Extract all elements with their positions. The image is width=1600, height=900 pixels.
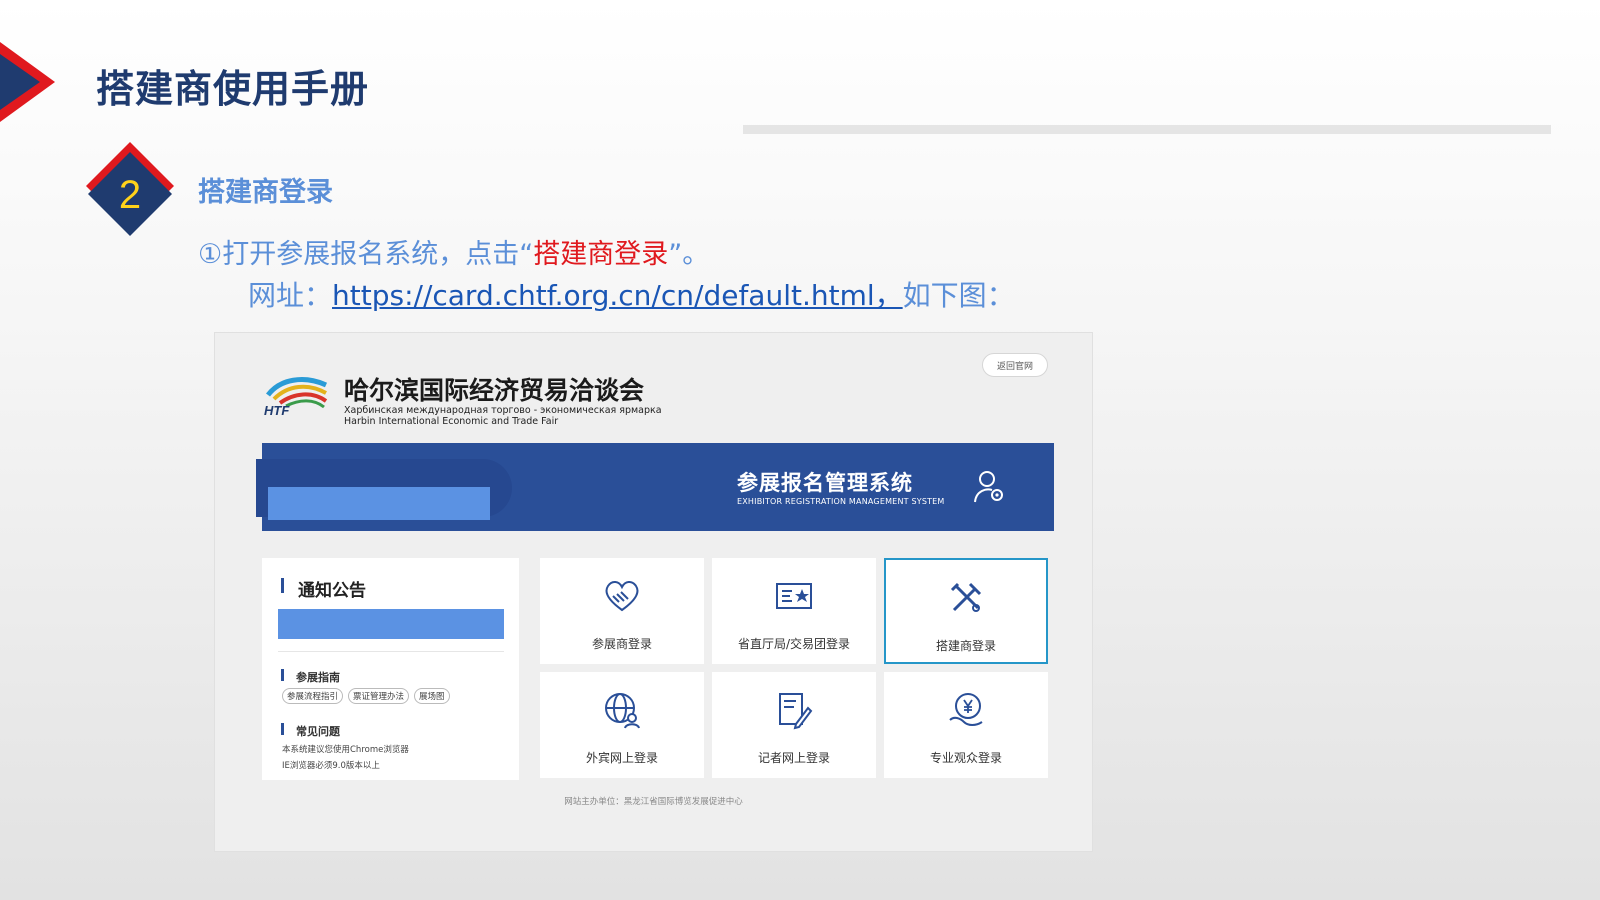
guide-title-bar — [281, 669, 284, 681]
back-to-site-button[interactable]: 返回官网 — [982, 353, 1048, 377]
url-line: 网址：https://card.chtf.org.cn/cn/default.h… — [248, 274, 1015, 314]
tile-label: 专业观众登录 — [929, 751, 1002, 765]
tile-journalist-login[interactable]: 记者网上登录 — [712, 672, 876, 778]
site-footer-note: 网站主办单位：黑龙江省国际博览发展促进中心 — [564, 797, 743, 807]
tile-exhibitor-login[interactable]: 参展商登录 — [540, 558, 704, 664]
htf-logo-icon: HTF — [264, 377, 328, 418]
url-link[interactable]: https://card.chtf.org.cn/cn/default.html… — [332, 279, 903, 312]
guide-tag[interactable]: 票证管理办法 — [348, 688, 410, 704]
faq-title: 常见问题 — [296, 725, 340, 738]
tile-label: 搭建商登录 — [935, 639, 996, 653]
faq-line: IE浏览器必须9.0版本以上 — [282, 761, 380, 771]
section-title: 搭建商登录 — [198, 177, 333, 208]
guide-tag[interactable]: 展场图 — [414, 688, 450, 704]
guide-title: 参展指南 — [296, 671, 340, 684]
url-prefix: 网址： — [248, 279, 333, 312]
guide-tags: 参展流程指引 票证管理办法 展场图 — [282, 688, 450, 704]
tile-label: 省直厅局/交易团登录 — [737, 637, 851, 651]
tile-label: 外宾网上登录 — [585, 751, 658, 765]
red-arrow-icon — [0, 42, 55, 122]
tile-label: 记者网上登录 — [757, 751, 830, 765]
step-number: 2 — [119, 173, 141, 217]
fair-name-en: Harbin International Economic and Trade … — [344, 416, 559, 427]
fair-name-cn: 哈尔滨国际经济贸易洽谈会 — [344, 376, 645, 405]
instruction-prefix: ①打开参展报名系统，点击“ — [198, 239, 534, 270]
system-title: 参展报名管理系统 — [737, 471, 913, 495]
faq-title-bar — [281, 723, 284, 735]
step-number-badge: 2 — [86, 142, 174, 236]
yuan-person-icon — [949, 693, 983, 726]
instruction-suffix: ”。 — [668, 239, 710, 270]
system-banner: 参展报名管理系统 EXHIBITOR REGISTRATION MANAGEME… — [256, 443, 1054, 531]
fair-name-ru: Харбинская международная торгово - эконо… — [344, 405, 662, 416]
tile-label: 参展商登录 — [591, 637, 652, 651]
globe-user-icon — [605, 693, 640, 729]
notice-title-bar — [281, 578, 284, 593]
faq-line: 本系统建议您使用Chrome浏览器 — [282, 745, 409, 755]
banner-pill — [256, 459, 512, 520]
notice-divider — [278, 651, 504, 652]
tile-delegation-login[interactable]: 省直厅局/交易团登录 — [712, 558, 876, 664]
tile-foreign-guest-login[interactable]: 外宾网上登录 — [540, 672, 704, 778]
notice-banner[interactable] — [278, 609, 504, 639]
url-suffix: 如下图： — [902, 279, 1015, 312]
id-card-star-icon — [776, 583, 812, 609]
banner-redacted-field — [268, 487, 490, 520]
tools-icon — [950, 582, 982, 612]
document-pen-icon — [779, 693, 813, 730]
title-divider — [743, 125, 1551, 134]
notice-panel: 通知公告 参展指南 参展流程指引 票证管理办法 展场图 常见问题 本系统建议您使… — [262, 558, 519, 780]
notice-title: 通知公告 — [298, 581, 366, 601]
portal-screenshot: 返回官网 HTF 哈尔滨国际经济贸易洽谈会 Харбинская междуна… — [214, 332, 1093, 852]
instruction-line: ①打开参展报名系统，点击“搭建商登录”。 — [198, 232, 709, 271]
instruction-highlight: 搭建商登录 — [533, 239, 669, 270]
tile-builder-login[interactable]: 搭建商登录 — [884, 558, 1048, 664]
logo-text: HTF — [264, 403, 290, 418]
user-gear-icon[interactable] — [972, 469, 1008, 505]
guide-tag[interactable]: 参展流程指引 — [282, 688, 344, 704]
system-subtitle: EXHIBITOR REGISTRATION MANAGEMENT SYSTEM — [737, 497, 945, 506]
tile-professional-visitor-login[interactable]: 专业观众登录 — [884, 672, 1048, 778]
page-title: 搭建商使用手册 — [96, 67, 370, 111]
handshake-heart-icon — [605, 581, 639, 612]
